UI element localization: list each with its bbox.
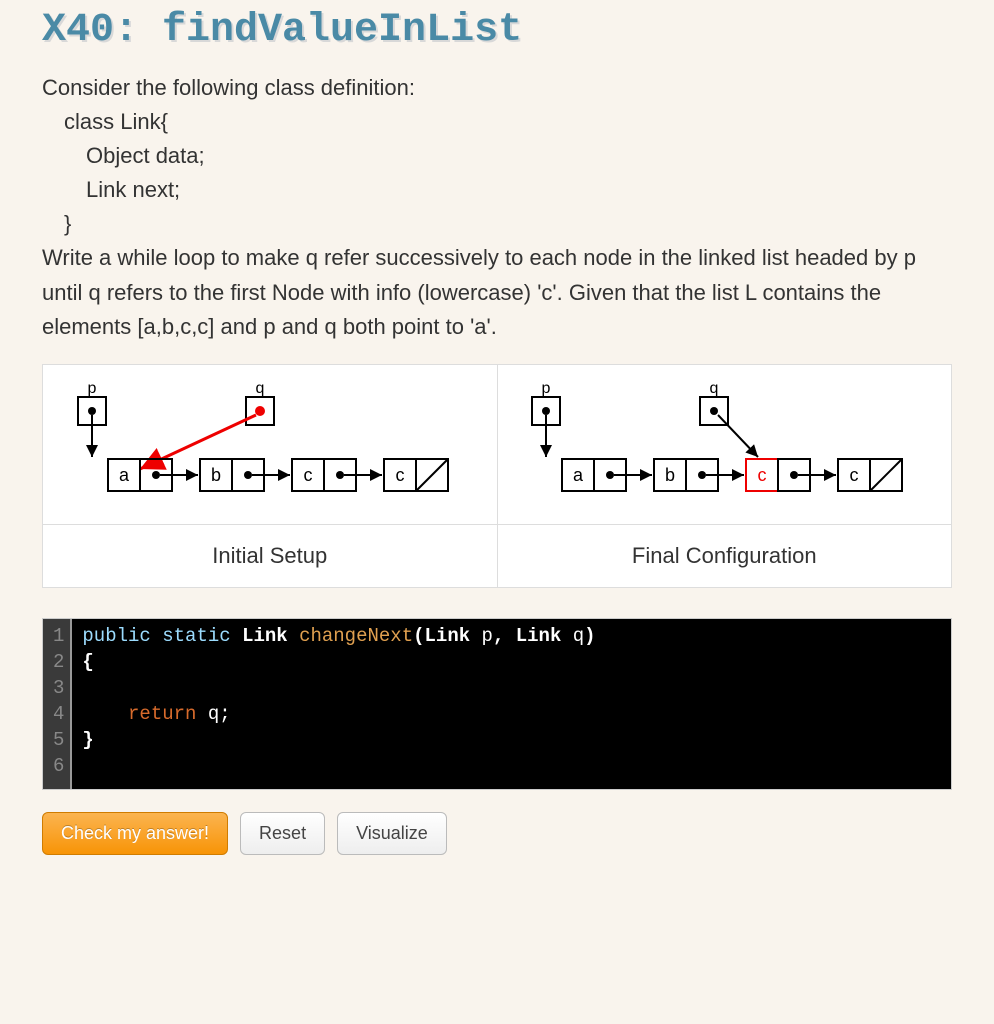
- check-answer-button[interactable]: Check my answer!: [42, 812, 228, 855]
- node-c2: c: [384, 459, 448, 491]
- svg-text:c: c: [850, 465, 859, 485]
- code-editor[interactable]: 1 2 3 4 5 6 public static Link changeNex…: [42, 618, 952, 790]
- code-area[interactable]: public static Link changeNext(Link p, Li…: [72, 619, 951, 789]
- initial-diagram: p q a: [43, 364, 498, 524]
- svg-text:b: b: [665, 465, 675, 485]
- classdef-line1: class Link{: [42, 105, 952, 139]
- svg-text:c: c: [395, 465, 404, 485]
- svg-text:q: q: [710, 380, 719, 397]
- svg-text:p: p: [542, 380, 551, 397]
- target-node: c: [746, 459, 836, 491]
- diagram-table: p q a: [42, 364, 952, 588]
- intro-line: Consider the following class definition:: [42, 71, 952, 105]
- classdef-line3: Link next;: [42, 173, 952, 207]
- linked-list-initial-svg: p q a: [60, 379, 480, 509]
- reset-button[interactable]: Reset: [240, 812, 325, 855]
- instructions-text: Write a while loop to make q refer succe…: [42, 241, 952, 343]
- svg-text:a: a: [573, 465, 584, 485]
- svg-text:a: a: [119, 465, 130, 485]
- line-gutter: 1 2 3 4 5 6: [43, 619, 72, 789]
- exercise-title: X40: findValueInList: [42, 8, 952, 53]
- linked-list-final-svg: p q a: [514, 379, 934, 509]
- svg-text:c: c: [303, 465, 312, 485]
- svg-text:b: b: [211, 465, 221, 485]
- svg-text:c: c: [758, 465, 767, 485]
- node-c1: c: [292, 459, 382, 491]
- q-label: q: [255, 380, 264, 397]
- visualize-button[interactable]: Visualize: [337, 812, 447, 855]
- classdef-line4: }: [42, 207, 952, 241]
- problem-statement: Consider the following class definition:…: [42, 71, 952, 344]
- final-caption: Final Configuration: [497, 524, 952, 587]
- button-row: Check my answer! Reset Visualize: [42, 812, 952, 855]
- p-label: p: [87, 380, 96, 397]
- final-diagram: p q a: [497, 364, 952, 524]
- classdef-line2: Object data;: [42, 139, 952, 173]
- initial-caption: Initial Setup: [43, 524, 498, 587]
- node-b: b: [200, 459, 290, 491]
